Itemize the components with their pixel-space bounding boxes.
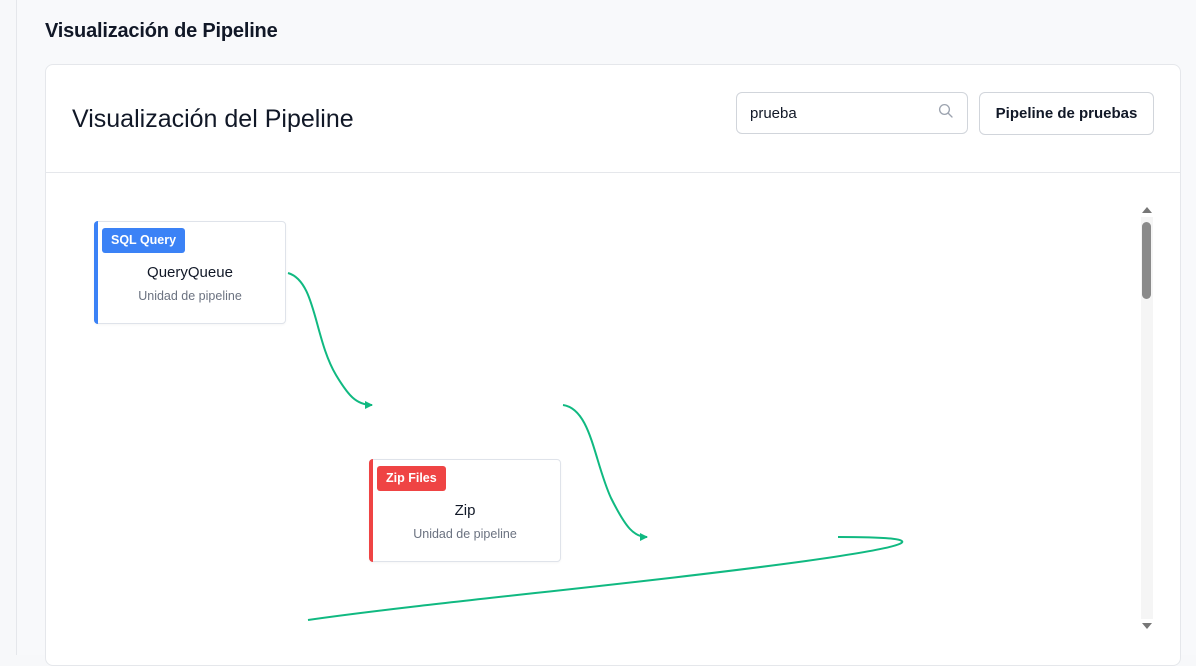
node-name: Zip <box>454 502 476 519</box>
pipeline-select-button[interactable]: Pipeline de pruebas <box>979 92 1154 135</box>
pipeline-card: Visualización del Pipeline Pipeline de p… <box>45 64 1181 666</box>
search-box[interactable] <box>736 92 968 134</box>
pipeline-canvas[interactable]: SQL Query QueryQueue Unidad de pipeline … <box>46 173 1180 665</box>
scroll-down-arrow-icon[interactable] <box>1142 623 1152 629</box>
node-type-badge: SQL Query <box>102 228 186 253</box>
scroll-thumb[interactable] <box>1142 222 1151 299</box>
edge-query-to-zip <box>287 272 373 409</box>
node-subtitle: Unidad de pipeline <box>413 527 517 541</box>
search-icon[interactable] <box>937 102 955 120</box>
edge-zip-to-next <box>562 404 648 541</box>
page: Visualización de Pipeline Visualización … <box>16 0 1196 666</box>
node-type-badge: Zip Files <box>377 466 446 491</box>
vertical-scrollbar[interactable] <box>1139 203 1155 633</box>
pipeline-node-zip[interactable]: Zip Files Zip Unidad de pipeline <box>369 459 561 562</box>
scroll-up-arrow-icon[interactable] <box>1142 207 1152 213</box>
card-header: Visualización del Pipeline Pipeline de p… <box>46 65 1180 173</box>
node-name: QueryQueue <box>147 264 233 281</box>
search-input[interactable] <box>737 93 940 133</box>
pipeline-node-queryqueue[interactable]: SQL Query QueryQueue Unidad de pipeline <box>94 221 286 324</box>
card-title: Visualización del Pipeline <box>72 105 354 133</box>
node-subtitle: Unidad de pipeline <box>138 289 242 303</box>
section-title: Visualización de Pipeline <box>45 20 278 42</box>
